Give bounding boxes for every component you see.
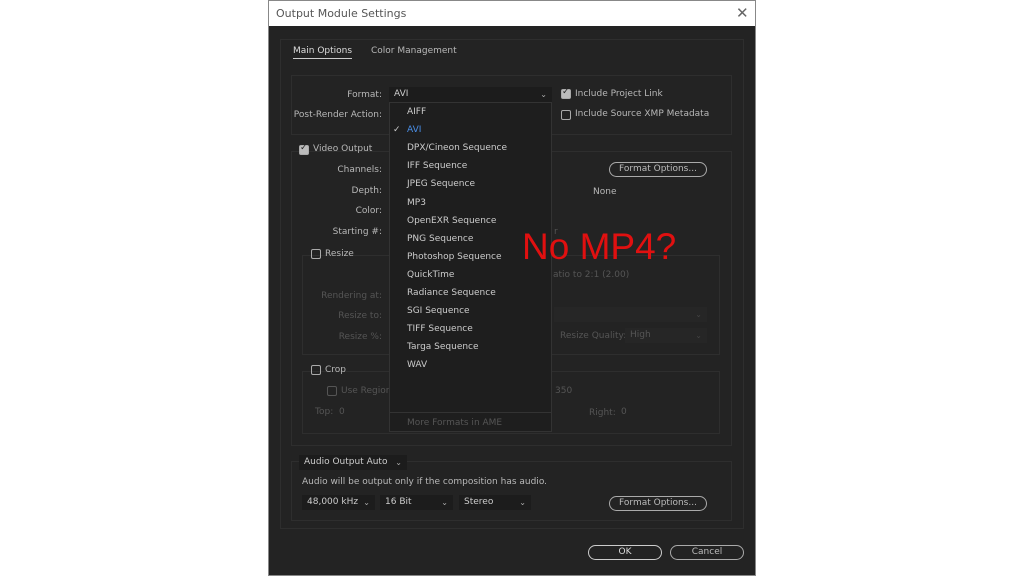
- menu-item[interactable]: Targa Sequence: [407, 342, 479, 352]
- crop-top-label: Top:: [315, 407, 334, 417]
- chevron-down-icon: ⌄: [540, 90, 547, 99]
- include-project-link-checkbox[interactable]: [561, 87, 571, 99]
- menu-divider: [390, 412, 551, 413]
- resize-quality-label: Resize Quality:: [560, 331, 627, 341]
- menu-item-more-formats: More Formats in AME: [407, 418, 503, 428]
- tab-main-options[interactable]: Main Options: [293, 46, 353, 59]
- resize-quality-value: High: [630, 330, 651, 340]
- menu-item[interactable]: SGI Sequence: [407, 306, 470, 316]
- none-label: None: [593, 187, 617, 197]
- resize-percent-label: Resize %:: [338, 332, 382, 342]
- audio-output-dropdown[interactable]: Audio Output Auto ⌄: [299, 455, 407, 470]
- audio-format-options-button[interactable]: Format Options...: [609, 496, 707, 511]
- include-xmp-label: Include Source XMP Metadata: [575, 109, 710, 119]
- menu-item[interactable]: WAV: [407, 360, 427, 370]
- menu-item[interactable]: QuickTime: [407, 270, 454, 280]
- use-region-label: Use Region: [341, 386, 392, 396]
- title-bar: Output Module Settings ✕: [269, 1, 755, 26]
- audio-channels-value: Stereo: [464, 497, 494, 507]
- sample-rate-dropdown[interactable]: 48,000 kHz ⌄: [302, 495, 375, 510]
- starting-number-label: Starting #:: [332, 227, 382, 237]
- close-icon[interactable]: ✕: [736, 4, 749, 22]
- crop-top-value[interactable]: 0: [339, 407, 345, 417]
- cancel-button[interactable]: Cancel: [670, 545, 744, 560]
- annotation-text: No MP4?: [522, 226, 677, 267]
- crop-checkbox[interactable]: [311, 365, 321, 375]
- menu-item[interactable]: DPX/Cineon Sequence: [407, 143, 507, 153]
- menu-item[interactable]: JPEG Sequence: [407, 179, 475, 189]
- video-output-checkbox[interactable]: [299, 143, 309, 155]
- chevron-down-icon: ⌄: [441, 498, 448, 507]
- menu-item[interactable]: MP3: [407, 198, 426, 208]
- format-dropdown[interactable]: AVI ⌄: [389, 87, 552, 102]
- resize-to-label: Resize to:: [338, 311, 382, 321]
- menu-item[interactable]: Radiance Sequence: [407, 288, 496, 298]
- dialog-title: Output Module Settings: [276, 7, 407, 20]
- tab-color-management[interactable]: Color Management: [371, 46, 457, 56]
- resize-label: Resize: [325, 249, 354, 259]
- bit-depth-value: 16 Bit: [385, 497, 412, 507]
- output-module-settings-dialog: Output Module Settings ✕ Main Options Co…: [268, 0, 756, 576]
- ok-button[interactable]: OK: [588, 545, 662, 560]
- bit-depth-dropdown[interactable]: 16 Bit ⌄: [380, 495, 453, 510]
- color-label: Color:: [355, 206, 382, 216]
- chevron-down-icon: ⌄: [695, 310, 702, 319]
- checkmark-icon: ✓: [393, 125, 401, 136]
- use-region-checkbox[interactable]: [327, 386, 337, 396]
- region-size-text: 350: [555, 386, 573, 396]
- audio-note: Audio will be output only if the composi…: [302, 477, 548, 487]
- sample-rate-value: 48,000 kHz: [307, 497, 359, 507]
- ratio-text: atio to 2:1 (2.00): [553, 270, 630, 280]
- resize-to-dropdown[interactable]: ⌄: [554, 307, 707, 322]
- rendering-at-label: Rendering at:: [321, 291, 382, 301]
- resize-checkbox[interactable]: [311, 249, 321, 259]
- menu-item[interactable]: IFF Sequence: [407, 161, 467, 171]
- channels-dropdown[interactable]: Stereo ⌄: [459, 495, 531, 510]
- video-output-label: Video Output: [313, 144, 373, 154]
- audio-section: [291, 461, 732, 521]
- video-format-options-button[interactable]: Format Options...: [609, 162, 707, 177]
- depth-label: Depth:: [351, 186, 382, 196]
- menu-item[interactable]: PNG Sequence: [407, 234, 473, 244]
- menu-item[interactable]: AVI: [407, 125, 421, 135]
- menu-item[interactable]: OpenEXR Sequence: [407, 216, 496, 226]
- resize-quality-dropdown[interactable]: High ⌄: [625, 328, 707, 343]
- crop-right-label: Right:: [589, 408, 616, 418]
- channels-label: Channels:: [337, 165, 382, 175]
- chevron-down-icon: ⌄: [695, 331, 702, 340]
- include-project-link-label: Include Project Link: [575, 89, 663, 99]
- audio-mode-value: Audio Output Auto: [304, 457, 388, 467]
- chevron-down-icon: ⌄: [363, 498, 370, 507]
- include-xmp-checkbox[interactable]: [561, 110, 571, 120]
- menu-item[interactable]: Photoshop Sequence: [407, 252, 502, 262]
- chevron-down-icon: ⌄: [519, 498, 526, 507]
- format-value: AVI: [394, 89, 409, 99]
- menu-item[interactable]: TIFF Sequence: [407, 324, 473, 334]
- format-label: Format:: [347, 90, 382, 100]
- post-render-label: Post-Render Action:: [293, 110, 382, 120]
- chevron-down-icon: ⌄: [395, 458, 402, 467]
- crop-right-value[interactable]: 0: [621, 407, 627, 417]
- crop-label: Crop: [325, 365, 347, 375]
- menu-item[interactable]: AIFF: [407, 107, 426, 117]
